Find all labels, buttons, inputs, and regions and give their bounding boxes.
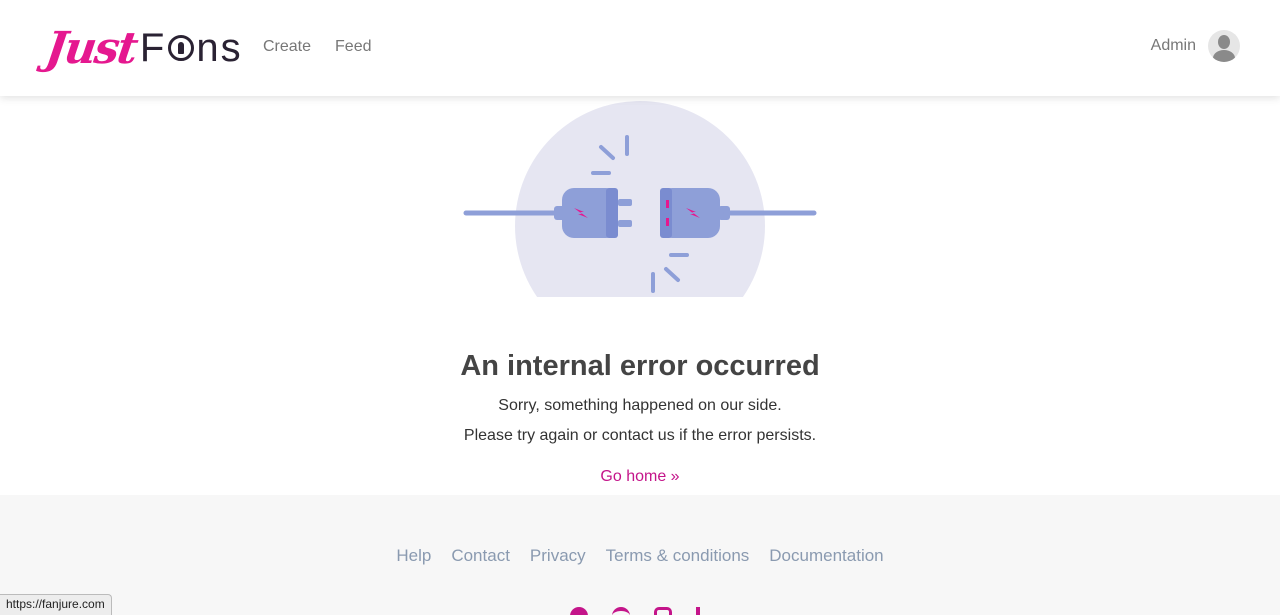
avatar-icon[interactable] (1208, 30, 1240, 62)
site-header: Just F ns Create Feed Admin (0, 0, 1280, 96)
instagram-icon[interactable] (654, 607, 672, 615)
lock-icon (168, 35, 195, 61)
social-links (570, 607, 706, 615)
logo-letter-f: F (139, 25, 167, 70)
error-title: An internal error occurred (460, 350, 820, 382)
site-footer: Help Contact Privacy Terms & conditions … (0, 495, 1280, 615)
browser-status-url: https://fanjure.com (0, 594, 112, 615)
footer-contact-link[interactable]: Contact (451, 546, 510, 566)
twitter-icon[interactable] (612, 607, 630, 615)
social-icon-1[interactable] (570, 607, 588, 615)
illustration-background (515, 101, 765, 297)
footer-documentation-link[interactable]: Documentation (769, 546, 883, 566)
nav-create-link[interactable]: Create (263, 38, 311, 56)
footer-links: Help Contact Privacy Terms & conditions … (0, 546, 1280, 566)
logo-text-fans: F ns (140, 26, 243, 71)
go-home-link[interactable]: Go home » (600, 468, 679, 485)
error-message-line2: Please try again or contact us if the er… (463, 427, 817, 444)
user-name[interactable]: Admin (1151, 37, 1196, 55)
user-menu[interactable]: Admin (1151, 30, 1240, 62)
footer-terms-link[interactable]: Terms & conditions (606, 546, 750, 566)
go-home-container: Go home » (0, 468, 1280, 486)
tiktok-icon[interactable] (696, 607, 706, 615)
logo-text-just: Just (42, 22, 140, 74)
unplugged-plug-icon (463, 101, 817, 297)
logo-letters-ns: ns (196, 25, 243, 70)
footer-help-link[interactable]: Help (396, 546, 431, 566)
error-message-line1: Sorry, something happened on our side. (498, 397, 782, 414)
nav-feed-link[interactable]: Feed (335, 38, 371, 56)
main-nav: Create Feed (263, 38, 372, 56)
footer-privacy-link[interactable]: Privacy (530, 546, 586, 566)
justfans-logo[interactable]: Just F ns (42, 20, 243, 76)
